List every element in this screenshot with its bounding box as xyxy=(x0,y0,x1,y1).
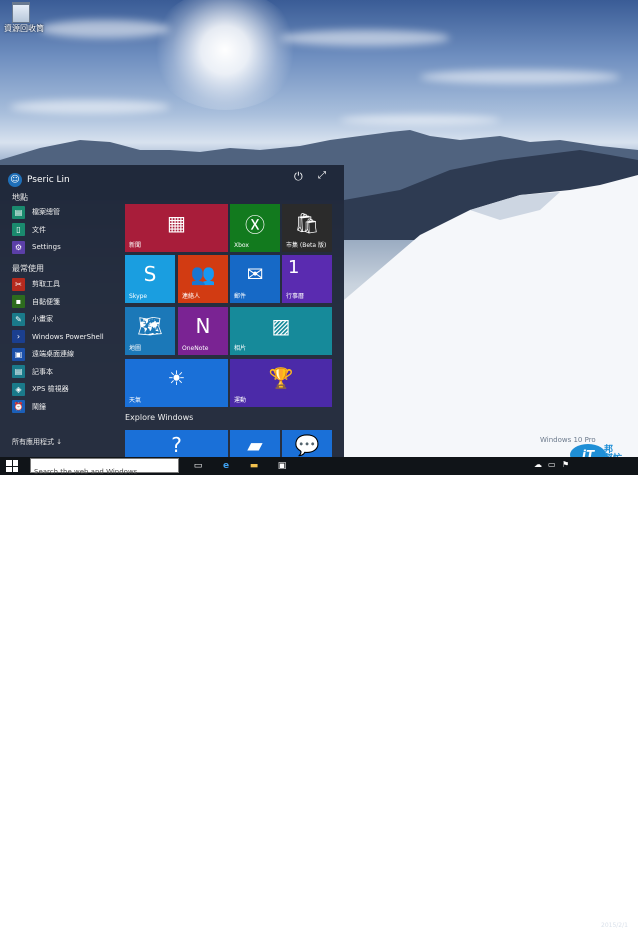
tile-store[interactable]: 🛍 市集 (Beta 版) xyxy=(282,204,332,252)
menu-item-remote-desktop[interactable]: ▣ 遠端桌面連線 xyxy=(12,347,74,361)
menu-item-note[interactable]: ▪ 自黏便箋 xyxy=(12,295,60,309)
tile-label: Skype xyxy=(129,293,148,300)
tile-label: 運動 xyxy=(234,397,247,404)
mail-icon: ✉ xyxy=(246,262,264,286)
tile-label: OneNote xyxy=(182,345,209,352)
tile-weather[interactable]: ☀ 天氣 xyxy=(125,359,228,407)
user-name: Pseric Lin xyxy=(27,175,70,185)
tile-photos[interactable]: ▨ 相片 xyxy=(230,307,332,355)
avatar: ☺ xyxy=(8,173,22,187)
store-icon[interactable]: ▣ xyxy=(276,460,288,472)
start-button[interactable] xyxy=(6,460,18,472)
skype-icon: S xyxy=(143,262,157,286)
alarm-icon: ⏰ xyxy=(12,400,25,413)
people-icon: 👥 xyxy=(190,262,216,286)
tile-map[interactable]: 🗺 地圖 xyxy=(125,307,175,355)
xps-icon: ◈ xyxy=(12,382,25,396)
people-feedback-icon: 💬 xyxy=(294,433,320,457)
user-account[interactable]: ☺ Pseric Lin xyxy=(8,171,70,189)
notepad-icon: ▤ xyxy=(12,365,25,378)
document-icon: ▯ xyxy=(12,223,25,236)
news-icon: ▦ xyxy=(167,211,186,235)
menu-item-folder[interactable]: ▤ 檔案總管 xyxy=(12,205,60,219)
paint-icon: ✎ xyxy=(12,312,25,326)
tile-label: 郵件 xyxy=(234,293,247,300)
power-icon[interactable]: ⏻ xyxy=(294,170,303,184)
menu-item-document[interactable]: ▯ 文件 xyxy=(12,223,46,237)
tile-label: 連絡人 xyxy=(182,293,201,300)
menu-item-label: 小畫家 xyxy=(32,315,53,323)
tile-trophy[interactable]: 🏆 運動 xyxy=(230,359,332,407)
trophy-icon: 🏆 xyxy=(268,366,294,390)
network-icon[interactable]: ▭ xyxy=(548,460,556,469)
tile-skype[interactable]: S Skype xyxy=(125,255,175,303)
explore-windows-header: Explore Windows xyxy=(125,413,194,422)
powershell-icon: › xyxy=(12,330,25,343)
expand-icon[interactable]: ⤢ xyxy=(318,170,326,181)
photos-icon: ▨ xyxy=(271,314,291,338)
tile-people[interactable]: 👥 連絡人 xyxy=(178,255,228,303)
note-icon: ▪ xyxy=(12,295,25,308)
menu-item-gear[interactable]: ⚙ Settings xyxy=(12,240,61,254)
menu-item-label: 遠端桌面連線 xyxy=(32,350,74,358)
xbox-icon: Ⓧ xyxy=(245,212,265,237)
weather-icon: ☀ xyxy=(167,366,186,390)
menu-item-label: 自黏便箋 xyxy=(32,297,60,306)
menu-item-label: Windows PowerShell xyxy=(32,332,104,341)
task-view-icon[interactable]: ▭ xyxy=(192,460,204,472)
scissors-icon: ✂ xyxy=(12,277,25,291)
menu-item-paint[interactable]: ✎ 小畫家 xyxy=(12,312,53,326)
edge-icon[interactable]: e xyxy=(220,460,232,472)
recycle-bin-icon xyxy=(12,2,30,23)
tile-label: 新聞 xyxy=(129,242,142,249)
search-box[interactable] xyxy=(30,458,179,479)
tile-label: 行事曆 xyxy=(286,293,305,300)
menu-item-label: 文件 xyxy=(32,225,46,234)
all-apps-link[interactable]: 所有應用程式 ↓ xyxy=(12,437,62,447)
menu-item-label: 鬧鐘 xyxy=(32,402,46,411)
tile-label: 天氣 xyxy=(129,397,142,404)
help-icon: ? xyxy=(171,433,182,457)
map-icon: 🗺 xyxy=(137,314,163,338)
tile-label: 市集 (Beta 版) xyxy=(286,242,327,249)
menu-item-label: 檔案總管 xyxy=(32,208,60,216)
menu-item-scissors[interactable]: ✂ 剪取工具 xyxy=(12,277,60,291)
menu-item-notepad[interactable]: ▤ 記事本 xyxy=(12,365,53,379)
tile-label: Xbox xyxy=(234,242,249,249)
tile-xbox[interactable]: Ⓧ Xbox xyxy=(230,204,280,252)
recycle-bin[interactable]: 資源回收筒 xyxy=(4,2,44,34)
menu-item-xps[interactable]: ◈ XPS 檢視器 xyxy=(12,382,69,396)
clock-date[interactable]: 2015/2/1 xyxy=(601,922,628,929)
tile-news[interactable]: ▦ 新聞 xyxy=(125,204,228,252)
menu-item-label: 記事本 xyxy=(32,367,53,376)
file-explorer-icon[interactable]: ▬ xyxy=(248,460,260,472)
start-menu-left-pane: ☺ Pseric Lin 地點 ▤ 檔案總管 ▯ 文件 ⚙ Settings 最常使用 ✂… xyxy=(0,165,119,457)
tile-label: 地圖 xyxy=(129,345,142,352)
flag-icon[interactable]: ⚑ xyxy=(562,460,569,469)
menu-item-powershell[interactable]: › Windows PowerShell xyxy=(12,330,104,344)
menu-item-label: Settings xyxy=(32,243,61,251)
store-icon: 🛍 xyxy=(294,211,320,235)
taskbar: ▭ e ▬ ▣ ☁ ▭ ⚑ 2015/2/1 xyxy=(0,457,638,929)
folder-icon: ▤ xyxy=(12,205,25,219)
search-input[interactable] xyxy=(31,465,177,479)
tile-onenote[interactable]: N OneNote xyxy=(178,307,228,355)
tile-calendar[interactable]: 1 行事曆 xyxy=(282,255,332,303)
cloud-icon[interactable]: ☁ xyxy=(534,460,542,469)
most-used-header: 最常使用 xyxy=(12,264,44,273)
tile-label: 相片 xyxy=(234,345,247,352)
remote-desktop-icon: ▣ xyxy=(12,347,25,361)
menu-item-alarm[interactable]: ⏰ 鬧鐘 xyxy=(12,400,46,414)
menu-item-label: XPS 檢視器 xyxy=(32,385,69,393)
places-header: 地點 xyxy=(12,193,28,202)
start-menu: ☺ Pseric Lin 地點 ▤ 檔案總管 ▯ 文件 ⚙ Settings 最常使用 ✂… xyxy=(0,165,344,470)
windows-feedback-icon: ▰ xyxy=(247,433,263,457)
tile-mail[interactable]: ✉ 郵件 xyxy=(230,255,280,303)
gear-icon: ⚙ xyxy=(12,240,25,254)
onenote-icon: N xyxy=(195,314,211,338)
recycle-bin-label: 資源回收筒 xyxy=(4,24,44,33)
menu-item-label: 剪取工具 xyxy=(32,280,60,288)
calendar-icon: 1 xyxy=(288,257,300,278)
